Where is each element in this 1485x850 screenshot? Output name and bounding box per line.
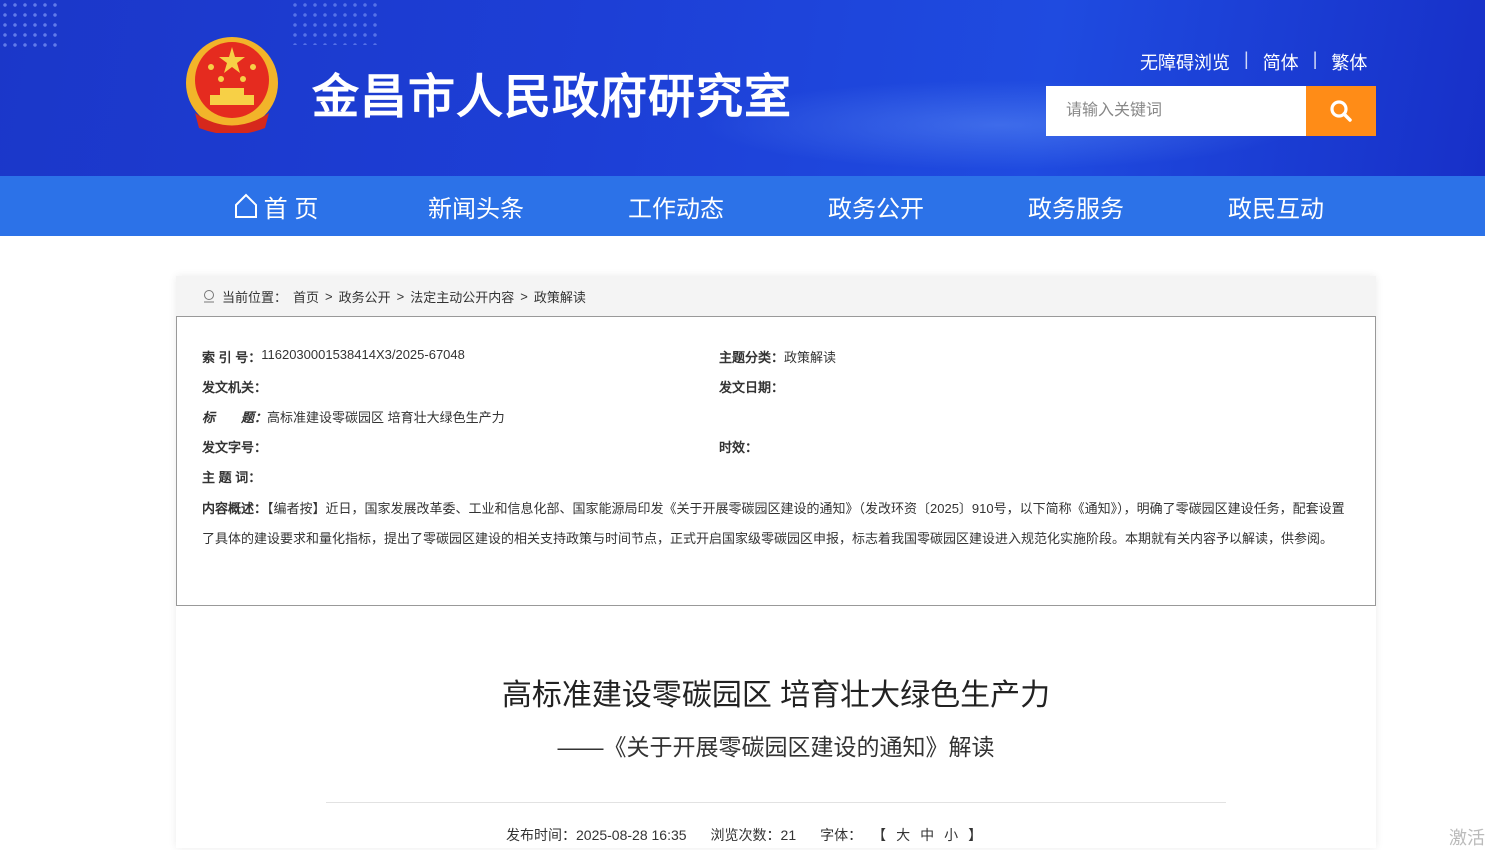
traditional-chinese-link[interactable]: 繁体	[1331, 49, 1367, 75]
search-input[interactable]	[1046, 86, 1306, 136]
main-nav: 首 页 新闻头条 工作动态 政务公开 政务服务 政民互动	[0, 176, 1485, 236]
category-label: 主题分类：	[719, 350, 785, 365]
document-info-box: 索 引 号： 1162030001538414X3/2025-67048 主题分类…	[176, 316, 1376, 606]
font-large-button[interactable]: 大	[896, 825, 910, 845]
category-row: 主题分类： 政策解读	[719, 347, 836, 366]
date-row: 发文日期：	[719, 377, 784, 396]
breadcrumb-label: 当前位置：	[222, 289, 288, 305]
nav-work[interactable]: 工作动态	[576, 176, 776, 236]
breadcrumb-sep: >	[396, 288, 405, 304]
home-icon	[234, 193, 257, 218]
index-row: 索 引 号： 1162030001538414X3/2025-67048	[202, 347, 465, 366]
decor-dots	[290, 0, 380, 45]
index-value: 1162030001538414X3/2025-67048	[261, 347, 465, 362]
search-button[interactable]	[1306, 86, 1376, 136]
location-icon	[204, 290, 214, 303]
category-value: 政策解读	[784, 350, 837, 365]
separator: |	[1312, 49, 1318, 69]
publish-time: 发布时间：2025-08-28 16:35	[506, 825, 687, 845]
summary: 内容概述：【编者按】近日，国家发展改革委、工业和信息化部、国家能源局印发《关于开…	[202, 494, 1357, 554]
nav-open-gov[interactable]: 政务公开	[776, 176, 976, 236]
nav-services[interactable]: 政务服务	[976, 176, 1176, 236]
bracket: 】	[968, 827, 983, 843]
font-small-button[interactable]: 小	[944, 825, 958, 845]
publish-label: 发布时间：	[506, 827, 576, 843]
decor-dots	[0, 0, 60, 50]
article-meta: 发布时间：2025-08-28 16:35 浏览次数：21 字体： 【 大 中 …	[506, 825, 982, 845]
breadcrumb-home[interactable]: 首页	[293, 287, 319, 306]
separator: |	[1244, 49, 1249, 69]
validity-row: 时效：	[719, 437, 758, 456]
search-icon	[1330, 100, 1352, 122]
national-emblem-icon	[186, 37, 278, 133]
date-label: 发文日期：	[719, 380, 785, 395]
search-box	[1046, 86, 1376, 136]
nav-interaction[interactable]: 政民互动	[1176, 176, 1376, 236]
bracket: 【	[872, 827, 887, 843]
font-label: 字体：	[820, 827, 863, 843]
article-title: 高标准建设零碳园区 培育壮大绿色生产力	[501, 679, 1051, 712]
breadcrumb-open-gov[interactable]: 政务公开	[339, 287, 391, 306]
activation-watermark: 激活	[1449, 828, 1485, 848]
keywords-label: 主 题 词：	[202, 470, 262, 485]
keywords-row: 主 题 词：	[202, 467, 261, 486]
title-row: 标 题： 高标准建设零碳园区 培育壮大绿色生产力	[202, 407, 505, 426]
validity-label: 时效：	[719, 440, 759, 455]
top-links: 无障碍浏览 | 简体 | 繁体	[1140, 49, 1367, 75]
summary-label: 内容概述：	[202, 501, 268, 516]
breadcrumb-sep: >	[325, 288, 333, 304]
docno-row: 发文字号：	[202, 437, 267, 456]
breadcrumb: 当前位置： 首页 > 政务公开 > 法定主动公开内容 > 政策解读	[176, 276, 1376, 316]
title-value: 高标准建设零碳园区 培育壮大绿色生产力	[267, 410, 505, 425]
nav-label: 首 页	[263, 195, 319, 223]
font-medium-button[interactable]: 中	[920, 825, 934, 845]
issuer-label: 发文机关：	[202, 380, 268, 395]
breadcrumb-policy[interactable]: 政策解读	[534, 287, 586, 306]
article-subtitle: ——《关于开展零碳园区建设的通知》解读	[557, 734, 995, 760]
divider	[326, 802, 1226, 803]
breadcrumb-sep: >	[520, 288, 528, 304]
view-count: 浏览次数：21	[711, 825, 797, 845]
title-label: 标 题：	[202, 410, 268, 425]
font-size-controls: 字体： 【 大 中 小 】	[820, 825, 982, 845]
content-panel: 当前位置： 首页 > 政务公开 > 法定主动公开内容 > 政策解读 索 引 号：…	[176, 276, 1376, 848]
summary-value: 【编者按】近日，国家发展改革委、工业和信息化部、国家能源局印发《关于开展零碳园区…	[202, 501, 1345, 546]
nav-news[interactable]: 新闻头条	[376, 176, 576, 236]
issuer-row: 发文机关：	[202, 377, 267, 396]
views-value: 21	[780, 827, 797, 843]
views-label: 浏览次数：	[710, 827, 781, 843]
site-title: 金昌市人民政府研究室	[312, 70, 792, 125]
publish-value: 2025-08-28 16:35	[576, 827, 687, 843]
site-header: 金昌市人民政府研究室 无障碍浏览 | 简体 | 繁体	[0, 0, 1485, 176]
nav-home[interactable]: 首 页	[176, 176, 376, 236]
index-label: 索 引 号：	[202, 350, 262, 365]
accessibility-link[interactable]: 无障碍浏览	[1140, 49, 1230, 75]
breadcrumb-statutory[interactable]: 法定主动公开内容	[410, 287, 514, 306]
simplified-chinese-link[interactable]: 简体	[1263, 49, 1299, 75]
docno-label: 发文字号：	[202, 440, 268, 455]
